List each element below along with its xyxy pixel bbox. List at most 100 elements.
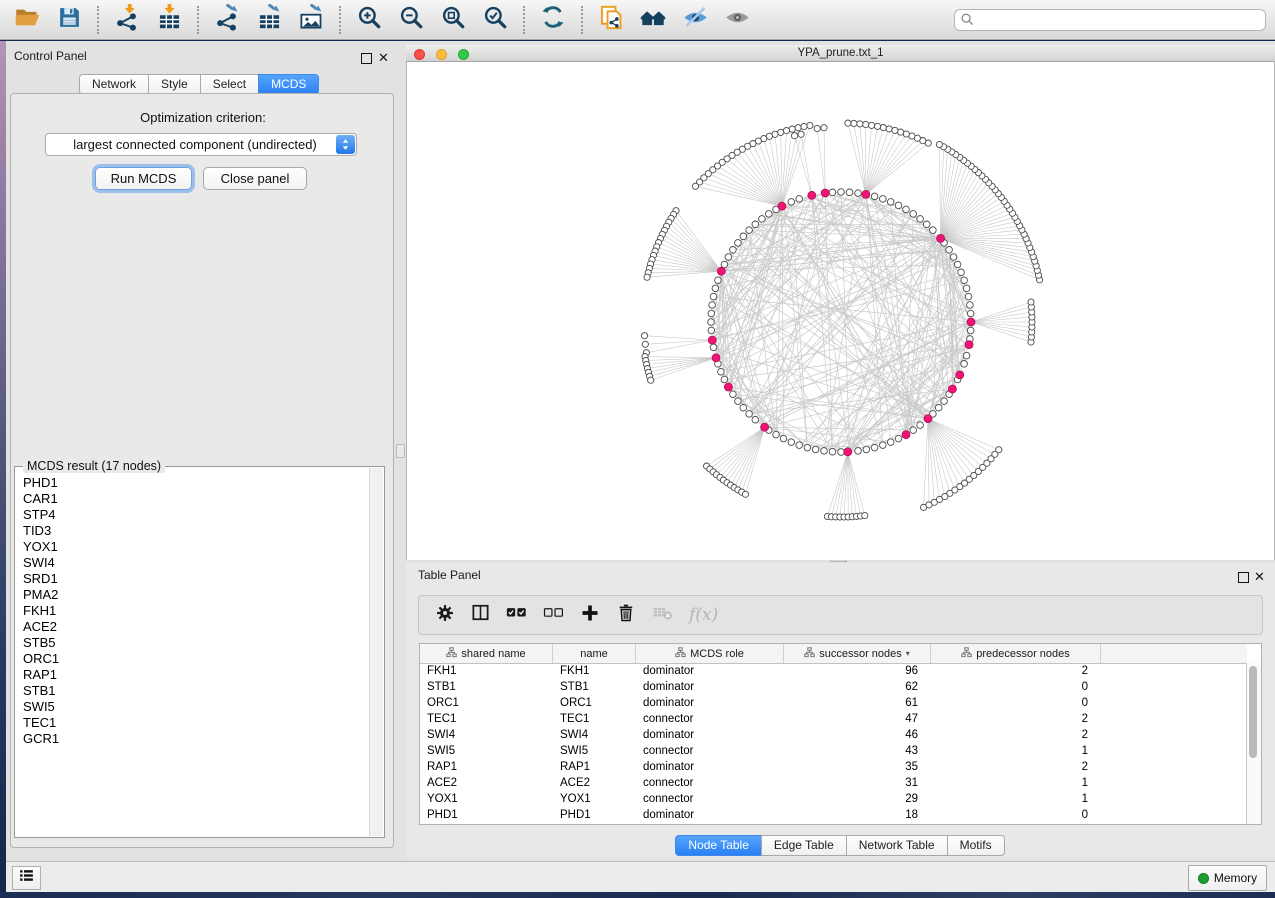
column-header-predecessor-nodes[interactable]: predecessor nodes — [931, 644, 1101, 663]
mcds-result-item[interactable]: STB5 — [16, 635, 369, 651]
mcds-result-item[interactable]: ACE2 — [16, 619, 369, 635]
table-settings-button[interactable] — [435, 602, 455, 628]
float-icon — [361, 53, 372, 64]
table-cell: 46 — [784, 727, 931, 743]
table-row[interactable]: FKH1FKH1dominator962 — [420, 663, 1247, 679]
table-panel-close-button[interactable]: ✕ — [1254, 568, 1265, 586]
show-columns-button[interactable] — [471, 602, 490, 628]
tab-style[interactable]: Style — [148, 74, 201, 95]
column-header-successor-nodes[interactable]: successor nodes▾ — [784, 644, 931, 663]
zoom-selected-icon — [482, 4, 508, 35]
select-all-columns-button[interactable] — [506, 602, 527, 628]
unchecked-boxes-icon — [543, 602, 564, 628]
close-panel-button[interactable]: Close panel — [203, 167, 307, 190]
column-type-icon — [961, 647, 972, 661]
table-row[interactable]: ORC1ORC1dominator610 — [420, 695, 1247, 711]
search-box — [954, 9, 1266, 31]
control-panel-close-button[interactable]: ✕ — [378, 49, 389, 67]
function-builder-button-disabled: f(x) — [689, 605, 718, 625]
mcds-result-group: MCDS result (17 nodes) PHD1CAR1STP4TID3Y… — [14, 466, 385, 838]
import-network-button[interactable] — [111, 4, 143, 36]
zoom-in-button[interactable] — [353, 4, 385, 36]
tab-network-table[interactable]: Network Table — [846, 835, 948, 856]
table-toolbar: f(x) — [418, 595, 1263, 635]
table-row[interactable]: RAP1RAP1dominator352 — [420, 759, 1247, 775]
export-image-button[interactable] — [295, 4, 327, 36]
table-scrollbar-track[interactable] — [1246, 663, 1261, 824]
vertical-splitter-handle[interactable] — [396, 444, 405, 458]
tab-select[interactable]: Select — [200, 74, 259, 95]
mcds-result-item[interactable]: SRD1 — [16, 571, 369, 587]
memory-label: Memory — [1214, 871, 1257, 885]
open-file-button[interactable] — [11, 4, 43, 36]
mcds-result-item[interactable]: YOX1 — [16, 539, 369, 555]
zoom-fit-button[interactable] — [437, 4, 469, 36]
table-row[interactable]: SWI4SWI4dominator462 — [420, 727, 1247, 743]
mcds-result-item[interactable]: SWI5 — [16, 699, 369, 715]
mcds-result-item[interactable]: TEC1 — [16, 715, 369, 731]
table-cell: 1 — [931, 743, 1101, 759]
network-window-titlebar[interactable]: YPA_prune.txt_1 — [406, 45, 1275, 62]
tab-node-table[interactable]: Node Table — [675, 835, 762, 856]
mcds-result-item[interactable]: PHD1 — [16, 475, 369, 491]
mcds-result-scrollbar[interactable] — [369, 468, 383, 836]
duplicate-network-button[interactable] — [595, 4, 627, 36]
table-cell: SWI4 — [420, 727, 553, 743]
mcds-result-item[interactable]: ORC1 — [16, 651, 369, 667]
table-row[interactable]: SWI5SWI5connector431 — [420, 743, 1247, 759]
table-cell: 2 — [931, 663, 1101, 679]
tab-network[interactable]: Network — [79, 74, 149, 95]
deselect-all-columns-button[interactable] — [543, 602, 564, 628]
save-session-button[interactable] — [53, 4, 85, 36]
desktop-wallpaper-bottom — [0, 892, 1275, 898]
zoom-out-button[interactable] — [395, 4, 427, 36]
table-scrollbar-thumb[interactable] — [1249, 666, 1257, 758]
import-table-button[interactable] — [153, 4, 185, 36]
zoom-selected-button[interactable] — [479, 4, 511, 36]
column-header-MCDS-role[interactable]: MCDS role — [636, 644, 784, 663]
mcds-result-item[interactable]: PMA2 — [16, 587, 369, 603]
memory-button[interactable]: Memory — [1188, 865, 1267, 891]
network-window-title: YPA_prune.txt_1 — [406, 47, 1275, 59]
first-neighbors-button[interactable] — [637, 4, 669, 36]
column-header-name[interactable]: name — [553, 644, 636, 663]
export-image-icon — [298, 4, 325, 36]
tab-mcds[interactable]: MCDS — [258, 74, 319, 95]
run-mcds-button[interactable]: Run MCDS — [95, 167, 192, 190]
mcds-result-item[interactable]: RAP1 — [16, 667, 369, 683]
mcds-result-item[interactable]: STB1 — [16, 683, 369, 699]
table-row[interactable]: ACE2ACE2connector311 — [420, 775, 1247, 791]
mcds-result-item[interactable]: SWI4 — [16, 555, 369, 571]
task-history-button[interactable] — [12, 866, 41, 890]
column-header-shared-name[interactable]: shared name — [420, 644, 553, 663]
open-folder-icon — [14, 4, 41, 36]
table-row[interactable]: YOX1YOX1connector291 — [420, 791, 1247, 807]
export-table-button[interactable] — [253, 4, 285, 36]
table-row[interactable]: TEC1TEC1connector472 — [420, 711, 1247, 727]
show-all-button[interactable] — [721, 4, 753, 36]
eye-slash-icon — [682, 4, 709, 36]
tab-motifs[interactable]: Motifs — [947, 835, 1005, 856]
tab-edge-table[interactable]: Edge Table — [761, 835, 847, 856]
search-input[interactable] — [954, 9, 1266, 31]
table-row[interactable]: STB1STB1dominator620 — [420, 679, 1247, 695]
mcds-result-item[interactable]: GCR1 — [16, 731, 369, 747]
network-canvas[interactable] — [406, 62, 1275, 560]
refresh-button[interactable] — [537, 4, 569, 36]
hide-selected-button[interactable] — [679, 4, 711, 36]
table-cell: 2 — [931, 711, 1101, 727]
mcds-result-item[interactable]: STP4 — [16, 507, 369, 523]
delete-column-button[interactable] — [616, 602, 636, 628]
create-column-button[interactable] — [580, 602, 600, 628]
mcds-result-item[interactable]: CAR1 — [16, 491, 369, 507]
export-network-button[interactable] — [211, 4, 243, 36]
table-panel-float-button[interactable] — [1238, 570, 1249, 588]
table-row[interactable]: PHD1PHD1dominator180 — [420, 807, 1247, 823]
mcds-result-item[interactable]: TID3 — [16, 523, 369, 539]
mcds-result-list: PHD1CAR1STP4TID3YOX1SWI4SRD1PMA2FKH1ACE2… — [16, 469, 369, 836]
criterion-select[interactable]: largest connected component (undirected) — [45, 133, 357, 156]
table-cell: ACE2 — [420, 775, 553, 791]
table-cell: 62 — [784, 679, 931, 695]
mcds-result-item[interactable]: FKH1 — [16, 603, 369, 619]
control-panel-float-button[interactable] — [361, 51, 372, 69]
